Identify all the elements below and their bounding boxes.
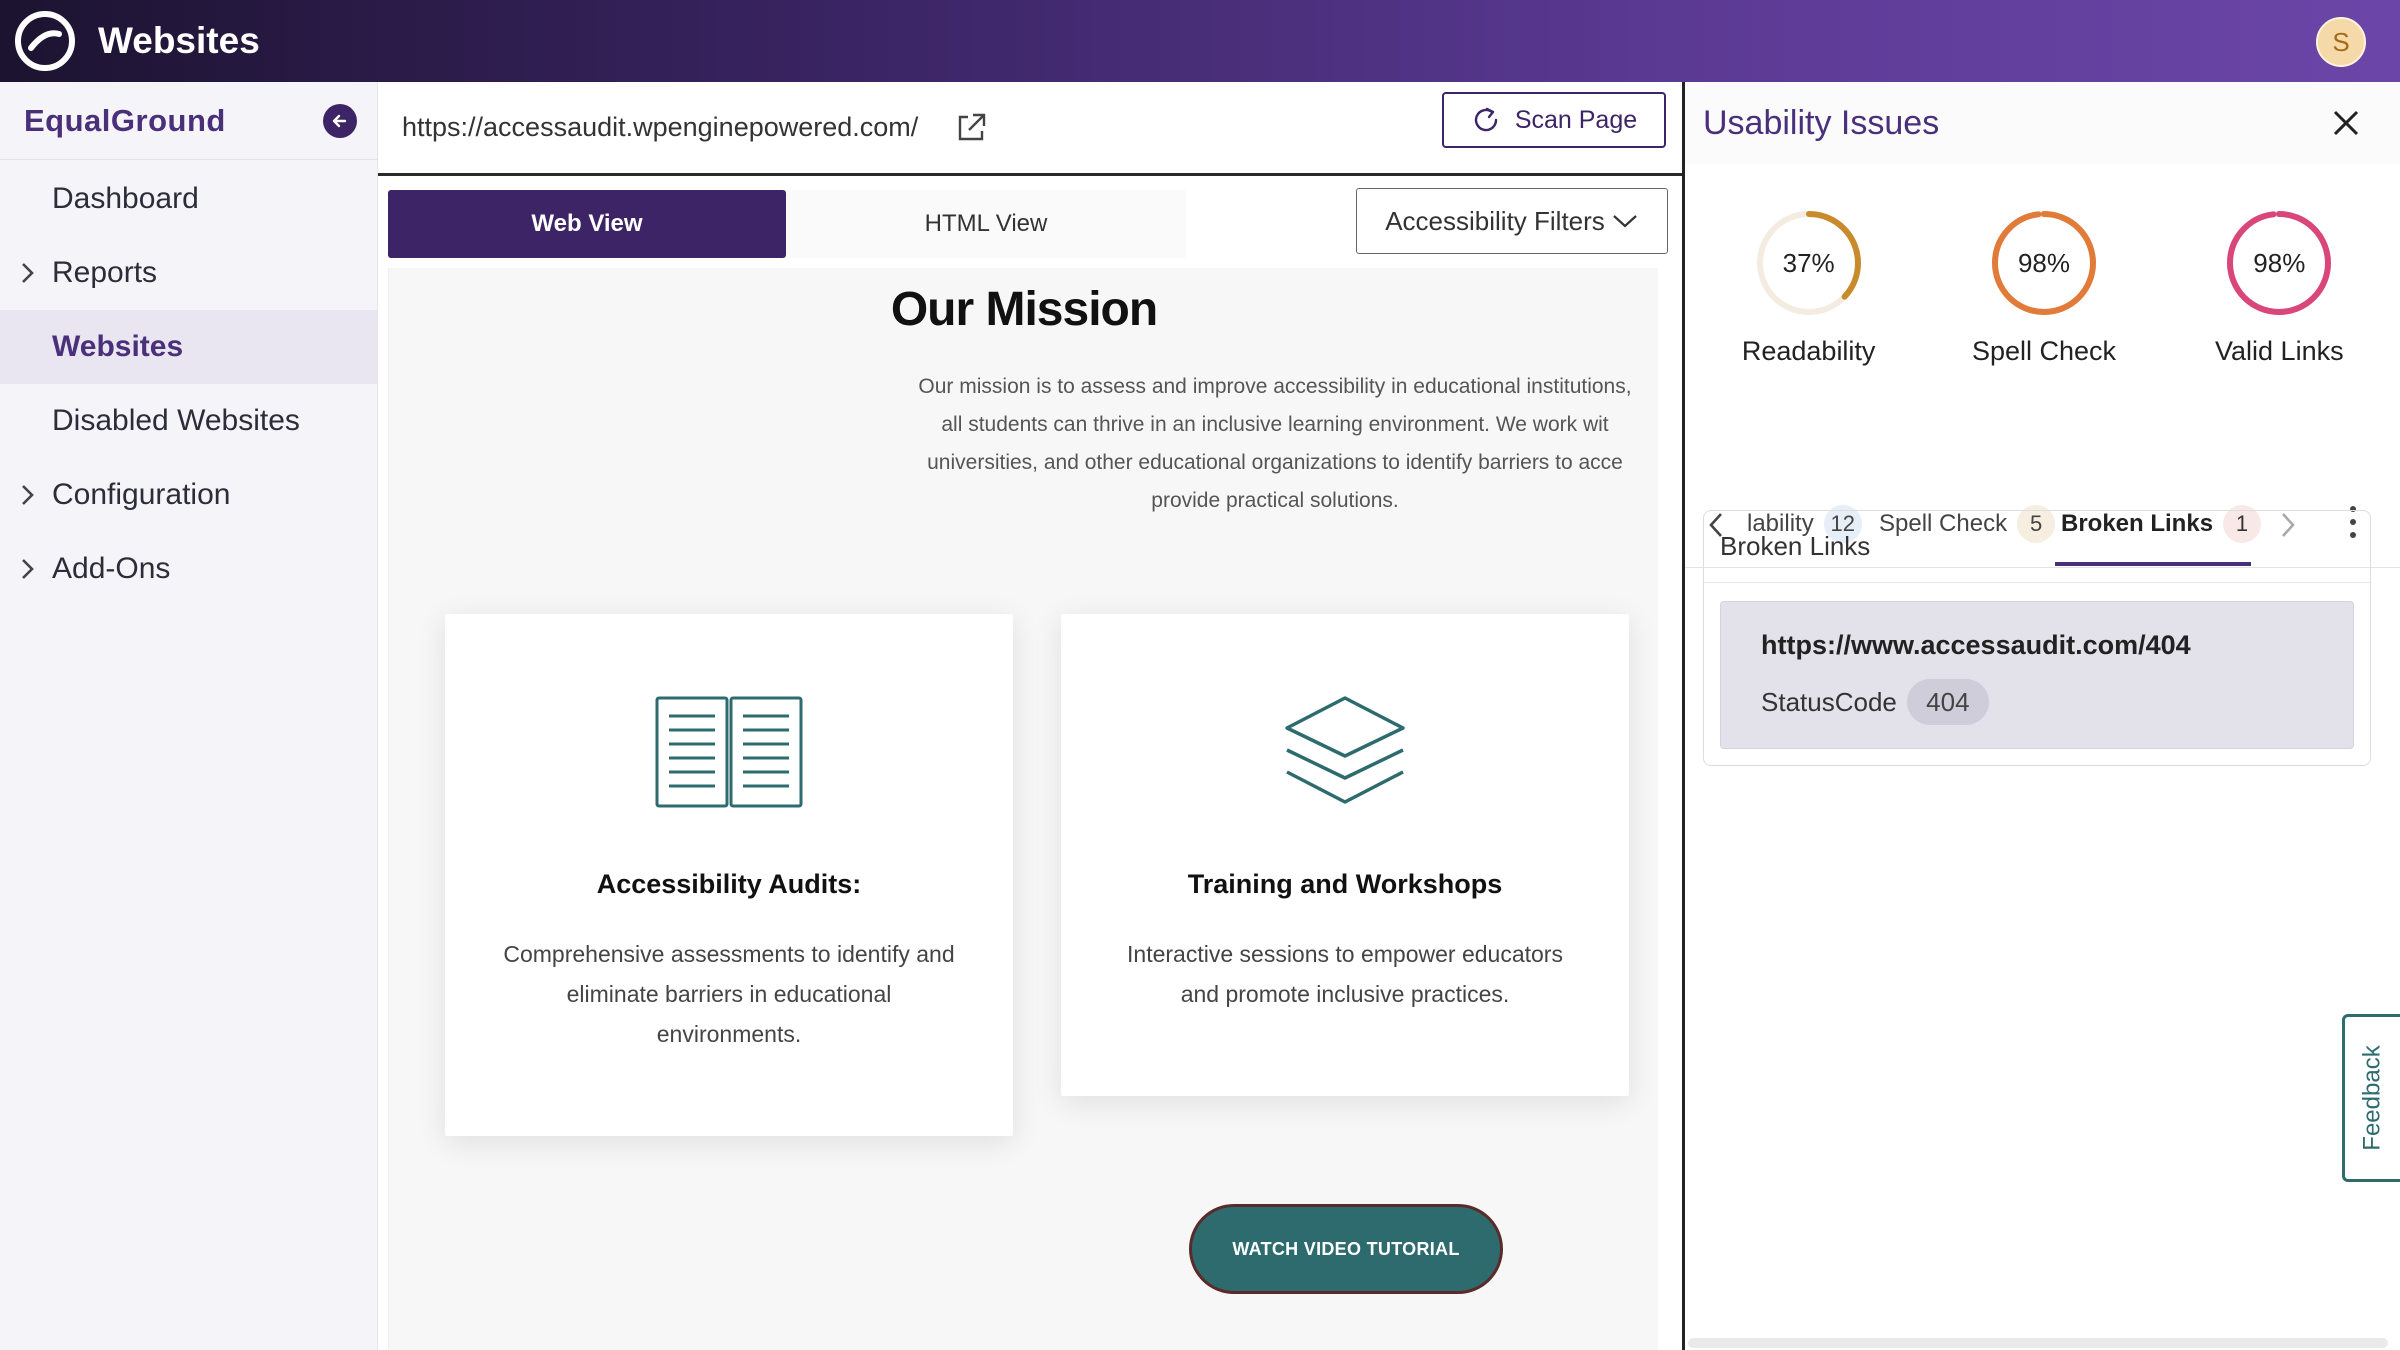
sidebar-item-label: Dashboard: [52, 182, 199, 215]
refresh-icon: [1474, 107, 1498, 132]
top-bar: Websites S: [0, 0, 2400, 82]
valid-links-gauge: 98% Valid Links: [2169, 208, 2389, 367]
panel-header: Usability Issues: [1685, 82, 2400, 164]
org-header: EqualGround: [0, 82, 377, 160]
sidebar-item-dashboard[interactable]: Dashboard: [0, 162, 377, 236]
view-toolbar: Web View HTML View Accessibility Filters: [378, 176, 1682, 268]
panel-title: Usability Issues: [1703, 103, 1940, 142]
gauge-label: Valid Links: [2215, 336, 2344, 366]
gauge-value: 98%: [2017, 247, 2070, 278]
sidebar: EqualGround Dashboard Reports Websites D…: [0, 82, 378, 1350]
card-title: Training and Workshops: [1187, 869, 1503, 899]
layers-icon: [1285, 696, 1405, 804]
chevron-right-icon[interactable]: [16, 260, 38, 286]
feedback-button[interactable]: Feedback: [2342, 1014, 2400, 1182]
audits-card: Accessibility Audits: Comprehensive asse…: [445, 614, 1013, 1136]
sidebar-item-configuration[interactable]: Configuration: [0, 458, 377, 532]
app-logo-icon[interactable]: [14, 10, 76, 72]
tab-web-view[interactable]: Web View: [388, 190, 786, 258]
accessibility-filters-label: Accessibility Filters: [1385, 205, 1605, 236]
sidebar-nav: Dashboard Reports Websites Disabled Webs…: [0, 160, 377, 606]
gauge-label: Spell Check: [1971, 336, 2117, 366]
tab-html-view[interactable]: HTML View: [786, 190, 1186, 258]
training-card: Training and Workshops Interactive sessi…: [1061, 614, 1629, 1096]
broken-link-item[interactable]: https://www.accessaudit.com/404 StatusCo…: [1720, 601, 2354, 749]
sidebar-item-label: Disabled Websites: [52, 404, 300, 437]
sidebar-item-add-ons[interactable]: Add-Ons: [0, 532, 377, 606]
collapse-sidebar-button[interactable]: [323, 103, 357, 138]
status-label: StatusCode: [1761, 686, 1897, 717]
scan-page-button[interactable]: Scan Page: [1442, 92, 1666, 148]
website-url[interactable]: https://accessaudit.wpenginepowered.com/: [402, 112, 918, 143]
section-title: Broken Links: [1704, 511, 2370, 583]
gauge-value: 37%: [1782, 247, 1835, 278]
sidebar-item-disabled-websites[interactable]: Disabled Websites: [0, 384, 377, 458]
chevron-down-icon: [1613, 215, 1637, 228]
panel-scrollbar[interactable]: [1688, 1338, 2388, 1348]
card-description: Interactive sessions to empower educator…: [1127, 941, 1563, 1007]
watch-video-tutorial-button[interactable]: WATCH VIDEO TUTORIAL: [1189, 1204, 1503, 1294]
user-avatar[interactable]: S: [2316, 17, 2366, 67]
url-bar: https://accessaudit.wpenginepowered.com/…: [378, 82, 1682, 176]
sidebar-item-websites[interactable]: Websites: [0, 310, 377, 384]
status-code-badge: 404: [1906, 679, 1989, 725]
mission-line: provide practical solutions.: [1151, 489, 1399, 512]
sidebar-item-label: Configuration: [52, 478, 231, 511]
spell-check-gauge: 98% Spell Check: [1934, 208, 2154, 367]
gauge-value: 98%: [2253, 247, 2306, 278]
open-book-icon: [655, 696, 803, 808]
readability-gauge: 37% Readability: [1699, 208, 1919, 367]
org-name: EqualGround: [24, 102, 226, 138]
status-row: StatusCode 404: [1761, 679, 2353, 725]
sidebar-item-label: Websites: [52, 330, 184, 363]
score-gauges: 37% Readability 98% Spell Check 98% Vali…: [1685, 208, 2400, 367]
mission-line: Our mission is to assess and improve acc…: [918, 375, 1632, 398]
broken-links-section: Broken Links https://www.accessaudit.com…: [1703, 510, 2371, 766]
arrow-left-icon: [332, 114, 347, 127]
gauge-label: Readability: [1741, 336, 1876, 366]
feedback-label: Feedback: [2358, 1045, 2386, 1151]
mission-line: all students can thrive in an inclusive …: [941, 413, 1609, 436]
mission-title-text: Our Mission: [890, 283, 1158, 336]
main-content: https://accessaudit.wpenginepowered.com/…: [378, 82, 1682, 1350]
usability-issues-panel: Usability Issues 37% Readability 98% Spe…: [1682, 82, 2400, 1350]
website-preview: Our Mission Our mission is to assess and…: [388, 268, 1658, 1350]
sidebar-item-label: Add-Ons: [52, 552, 171, 585]
external-link-icon[interactable]: [954, 111, 988, 145]
mission-title: Our Mission: [389, 282, 1658, 337]
mission-line: universities, and other educational orga…: [927, 451, 1623, 474]
close-icon[interactable]: [2330, 107, 2362, 139]
accessibility-filters-dropdown[interactable]: Accessibility Filters: [1356, 188, 1668, 254]
app-title: Websites: [98, 20, 260, 61]
sidebar-item-reports[interactable]: Reports: [0, 236, 377, 310]
mission-paragraph: Our mission is to assess and improve acc…: [905, 368, 1645, 520]
sidebar-item-label: Reports: [52, 256, 158, 289]
scan-page-label: Scan Page: [1514, 105, 1638, 134]
broken-link-url[interactable]: https://www.accessaudit.com/404: [1761, 630, 2353, 661]
card-description: Comprehensive assessments to identify an…: [503, 941, 955, 1047]
chevron-right-icon[interactable]: [16, 556, 38, 582]
chevron-right-icon[interactable]: [16, 482, 38, 508]
card-title: Accessibility Audits:: [596, 869, 862, 899]
